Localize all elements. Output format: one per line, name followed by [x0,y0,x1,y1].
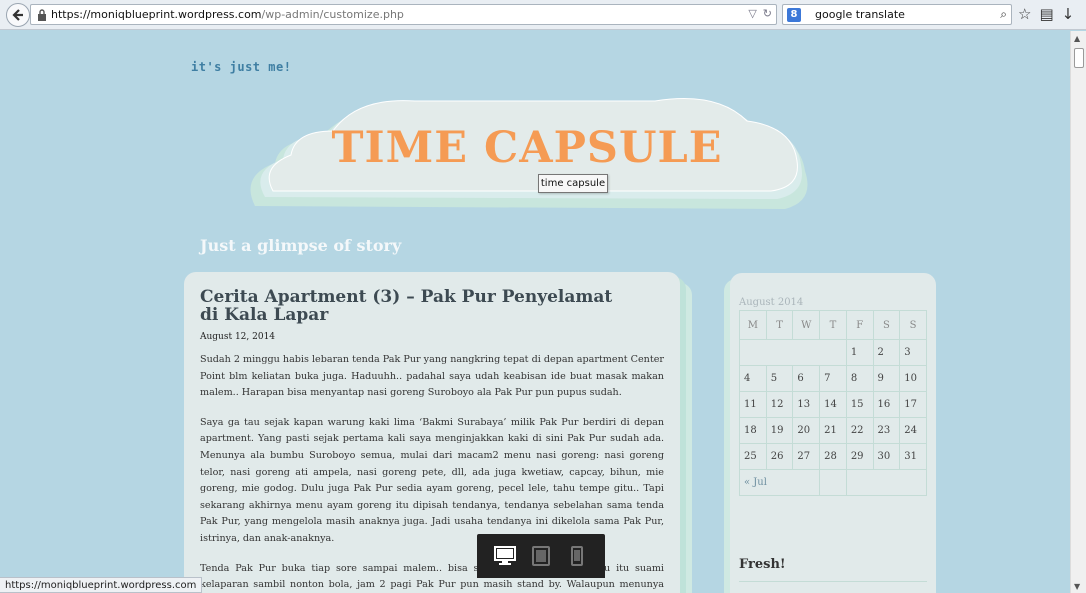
site-title[interactable]: TIME CAPSULE [262,123,792,173]
calendar-day: 23 [872,417,901,444]
search-icon[interactable]: ⌕ [1000,7,1007,22]
calendar-day: 30 [872,443,901,470]
desktop-icon [494,546,516,565]
calendar-day: 28 [819,443,847,470]
calendar-caption: August 2014 [739,297,804,308]
sidebar: August 2014 M T W T F S S 1 2 3 4 5 6 7 … [730,273,936,593]
weekday-label: T [819,310,847,340]
device-preview-bar [477,534,605,578]
calendar-weekday-row: M T W T F S S [739,310,927,340]
calendar-day: 17 [899,391,927,418]
calendar-week-row: 11 12 13 14 15 16 17 [739,391,927,418]
calendar-day: 26 [765,443,794,470]
scroll-thumb[interactable] [1074,48,1084,68]
calendar-week-row: 1 2 3 [739,339,927,366]
divider [739,581,927,582]
back-arrow-icon [12,9,23,21]
calendar-day: 6 [792,365,821,392]
calendar-day: 15 [845,391,874,418]
weekday-label: W [792,310,821,340]
calendar-day: 10 [899,365,927,392]
fresh-heading: Fresh! [739,557,786,572]
calendar-day: 12 [765,391,794,418]
reload-icon[interactable]: ↻ [763,7,772,20]
calendar-empty-cell [739,339,847,366]
calendar-day: 31 [899,443,927,470]
url-path: /wp-admin/customize.php [261,8,404,21]
calendar-day: 14 [819,391,847,418]
url-host: https://moniqblueprint.wordpress.com [51,8,262,21]
page-viewport: it's just me! TIME CAPSULE time capsule … [0,31,1070,593]
weekday-label: S [899,310,927,340]
post-title[interactable]: Cerita Apartment (3) – Pak Pur Penyelama… [200,288,620,324]
back-button[interactable] [6,3,30,27]
search-engine-icon[interactable]: 8 [787,7,801,22]
calendar-day: 21 [819,417,847,444]
post-date[interactable]: August 12, 2014 [200,332,664,342]
weekday-label: S [872,310,901,340]
calendar-empty-cell [819,469,847,496]
browser-toolbar: https://moniqblueprint.wordpress.com/wp-… [0,0,1086,30]
scroll-down-arrow-icon[interactable]: ▼ [1074,582,1080,591]
calendar-day: 7 [819,365,847,392]
weekday-label: F [845,310,874,340]
download-icon[interactable]: ↓ [1062,5,1075,23]
weekday-label: T [765,310,794,340]
site-description: Just a glimpse of story [200,236,402,255]
calendar-day: 13 [792,391,821,418]
calendar-day: 5 [765,365,794,392]
calendar-day: 1 [845,339,874,366]
preview-tablet-button[interactable] [526,542,556,570]
calendar-day: 27 [792,443,821,470]
preview-mobile-button[interactable] [562,542,592,570]
calendar-day: 18 [739,417,767,444]
address-bar[interactable]: https://moniqblueprint.wordpress.com/wp-… [30,4,777,25]
search-input[interactable]: google translate [815,8,905,21]
calendar-widget: M T W T F S S 1 2 3 4 5 6 7 8 9 10 11 12… [738,310,928,496]
star-icon[interactable]: ☆ [1018,5,1031,23]
tablet-icon [532,546,550,566]
calendar-day: 24 [899,417,927,444]
calendar-empty-cell [845,469,928,496]
mobile-icon [571,546,583,566]
calendar-nav-row: « Jul [738,469,928,496]
calendar-day: 29 [845,443,874,470]
status-bar: https://moniqblueprint.wordpress.com [0,577,203,593]
calendar-day: 3 [899,339,927,366]
post-card: Cerita Apartment (3) – Pak Pur Penyelama… [184,272,680,593]
calendar-day: 9 [872,365,901,392]
title-tooltip: time capsule [538,174,608,193]
vertical-scrollbar[interactable]: ▲ ▼ [1070,31,1086,593]
calendar-day: 8 [845,365,874,392]
site-tagline-top: it's just me! [191,60,292,74]
post-paragraph: Sudah 2 minggu habis lebaran tenda Pak P… [200,354,664,399]
calendar-week-row: 18 19 20 21 22 23 24 [739,417,927,444]
calendar-day: 16 [872,391,901,418]
calendar-day: 2 [872,339,901,366]
calendar-week-row: 25 26 27 28 29 30 31 [739,443,927,470]
chevron-down-icon[interactable]: ▽ [748,7,756,20]
calendar-day: 11 [739,391,767,418]
calendar-day: 25 [739,443,767,470]
lock-icon [38,8,46,21]
preview-desktop-button[interactable] [490,542,520,570]
calendar-week-row: 4 5 6 7 8 9 10 [739,365,927,392]
calendar-day: 22 [845,417,874,444]
search-bar[interactable]: 8 google translate ⌕ [782,4,1012,25]
scroll-up-arrow-icon[interactable]: ▲ [1074,34,1080,43]
calendar-day: 20 [792,417,821,444]
weekday-label: M [739,310,767,340]
calendar-day: 19 [765,417,794,444]
post-paragraph: Saya ga tau sejak kapan warung kaki lima… [200,416,664,544]
calendar-day: 4 [739,365,767,392]
calendar-prev-link[interactable]: « Jul [738,469,821,496]
clipboard-icon[interactable]: ▤ [1039,5,1053,23]
